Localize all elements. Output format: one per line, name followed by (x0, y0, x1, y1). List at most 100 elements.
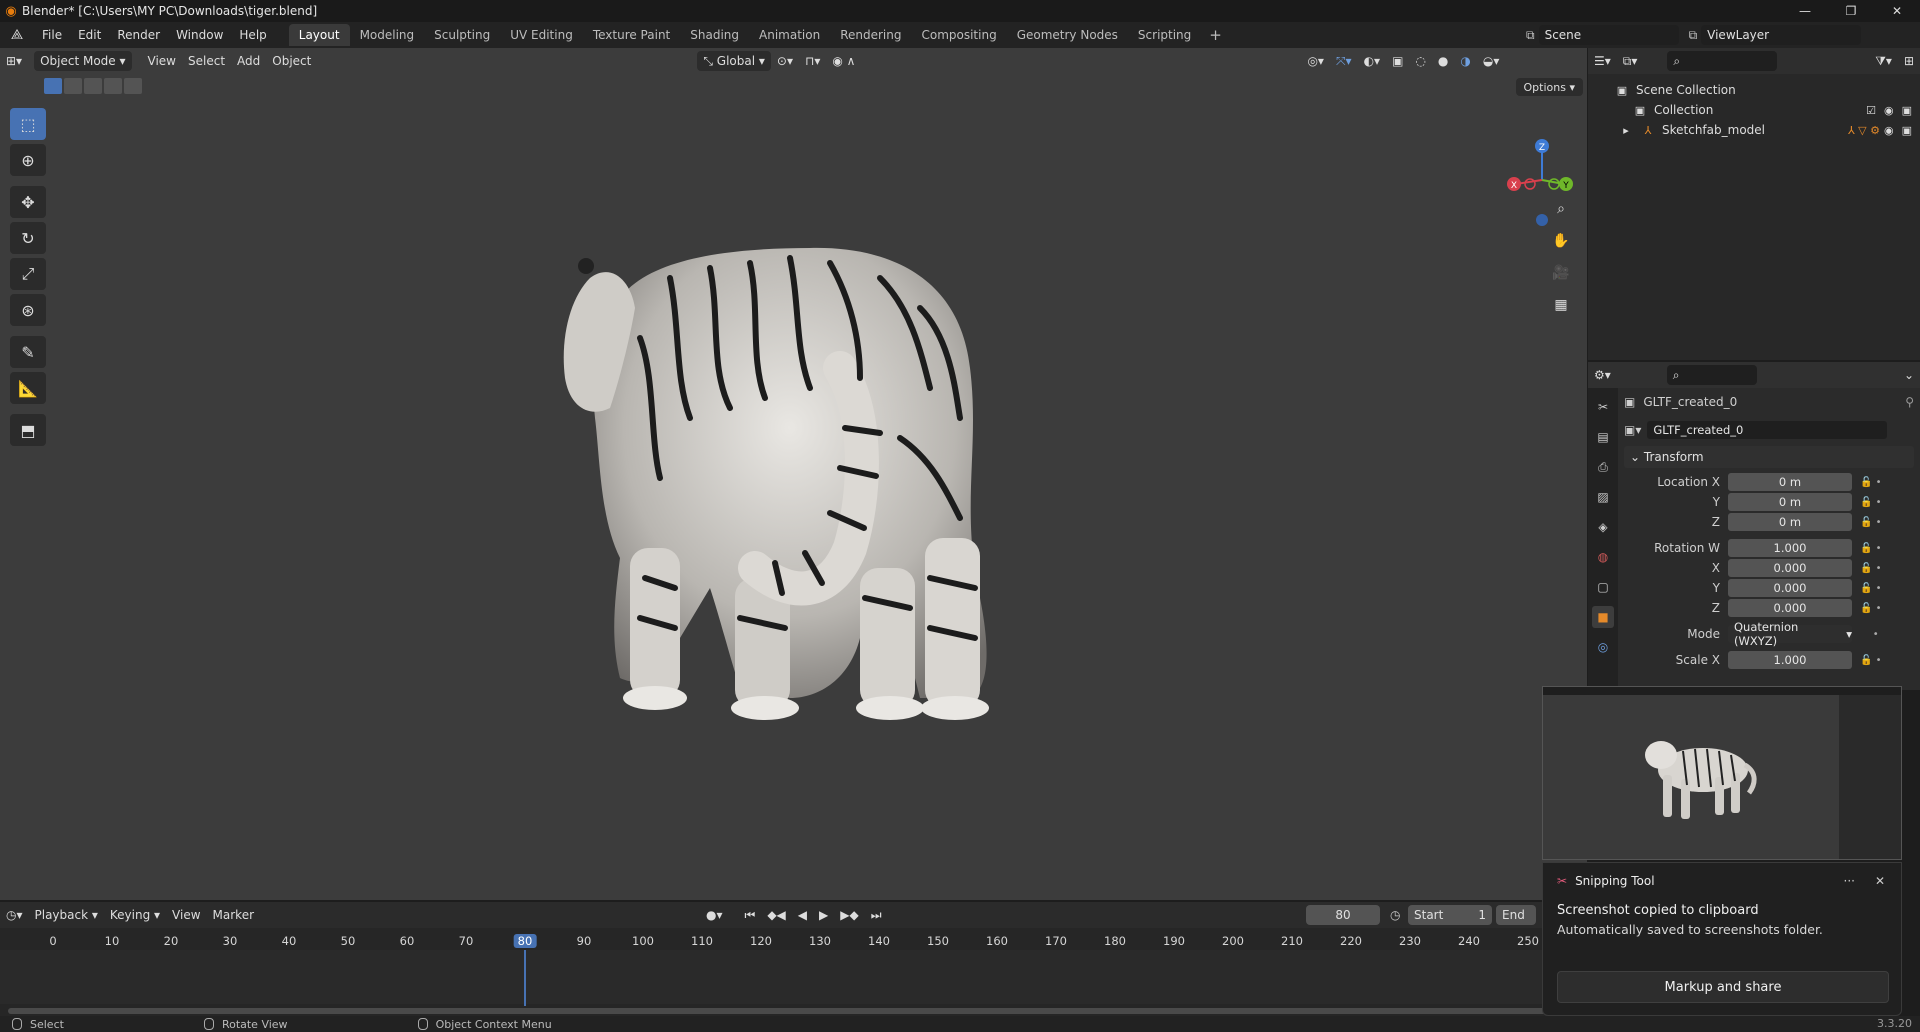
snap-icon[interactable]: ⊓▾ (799, 51, 826, 71)
close-icon[interactable]: ✕ (1874, 0, 1920, 22)
tab-compositing[interactable]: Compositing (911, 24, 1006, 46)
pan-hand-icon[interactable]: ✋ (1548, 228, 1574, 254)
record-icon[interactable]: ●▾ (700, 905, 729, 925)
tab-rendering[interactable]: Rendering (830, 24, 911, 46)
location-y-field[interactable]: 0 m (1728, 493, 1852, 511)
timeline-scrollbar[interactable] (8, 1008, 1568, 1014)
menu-edit[interactable]: Edit (70, 28, 109, 42)
minimize-icon[interactable]: — (1782, 0, 1828, 22)
world-tab-icon[interactable]: ◍ (1592, 546, 1614, 568)
gizmo-neg-y[interactable] (1548, 178, 1560, 190)
outliner-collection[interactable]: ▣ Collection ☑ ◉ ▣ (1588, 100, 1920, 120)
transform-section-header[interactable]: ⌄ Transform (1624, 446, 1914, 468)
tab-geometry-nodes[interactable]: Geometry Nodes (1007, 24, 1128, 46)
tab-sculpting[interactable]: Sculpting (424, 24, 500, 46)
menu-file[interactable]: File (34, 28, 70, 42)
outliner-editor-icon[interactable]: ☰▾ (1588, 51, 1617, 71)
shading-solid-icon[interactable]: ● (1432, 51, 1454, 71)
tab-modeling[interactable]: Modeling (350, 24, 425, 46)
restore-icon[interactable]: ❐ (1828, 0, 1874, 22)
eye-icon[interactable]: ◉ (1884, 124, 1894, 137)
object-type-icon[interactable]: ▣▾ (1624, 423, 1641, 437)
new-collection-icon[interactable]: ⊞ (1898, 51, 1920, 71)
gizmo-neg-x[interactable] (1524, 178, 1536, 190)
visibility-icon[interactable]: ◎▾ (1301, 51, 1330, 71)
menu-render[interactable]: Render (109, 28, 168, 42)
render-tab-icon[interactable]: ▤ (1592, 426, 1614, 448)
ortho-grid-icon[interactable]: ▦ (1548, 292, 1574, 318)
move-icon[interactable]: ✥ (10, 186, 46, 218)
viewlayer-field[interactable]: ViewLayer (1701, 25, 1862, 45)
snip-thumbnail[interactable] (1542, 686, 1902, 860)
shading-wireframe-icon[interactable]: ◌ (1409, 51, 1431, 71)
viewlayer-icon[interactable]: ⧉ (1689, 28, 1698, 43)
selection-mode-buttons[interactable] (44, 78, 142, 94)
scene-field[interactable]: Scene (1538, 25, 1679, 45)
eye-icon[interactable]: ◉ (1884, 104, 1894, 117)
collection-tab-icon[interactable]: ▢ (1592, 576, 1614, 598)
tab-texture-paint[interactable]: Texture Paint (583, 24, 680, 46)
tool-tab-icon[interactable]: ✂ (1592, 396, 1614, 418)
physics-tab-icon[interactable]: ◎ (1592, 636, 1614, 658)
menu-object[interactable]: Object (266, 51, 317, 71)
timeline-editor-icon[interactable]: ◷▾ (0, 905, 29, 925)
location-z-field[interactable]: 0 m (1728, 513, 1852, 531)
rotation-mode-dropdown[interactable]: Quaternion (WXYZ) ▾ (1728, 620, 1852, 648)
menu-view[interactable]: View (142, 51, 182, 71)
collapse-icon[interactable]: ⌄ (1898, 365, 1920, 385)
lock-icon[interactable]: 🔓 • (1860, 563, 1882, 574)
zoom-icon[interactable]: ⌕ (1548, 196, 1574, 222)
menu-playback[interactable]: Playback ▾ (29, 905, 104, 925)
tiger-model[interactable] (560, 218, 1040, 778)
display-mode-icon[interactable]: ⧉▾ (1617, 51, 1644, 71)
menu-marker[interactable]: Marker (207, 905, 260, 925)
tab-uv-editing[interactable]: UV Editing (500, 24, 583, 46)
xray-icon[interactable]: ▣ (1386, 51, 1409, 71)
menu-add[interactable]: Add (231, 51, 266, 71)
outliner-search-input[interactable]: ⌕ (1667, 51, 1778, 71)
rotation-z-field[interactable]: 0.000 (1728, 599, 1852, 617)
editor-type-icon[interactable]: ⊞▾ (0, 51, 28, 71)
select-box-icon[interactable]: ⬚ (10, 108, 46, 140)
stopwatch-icon[interactable]: ◷ (1390, 908, 1400, 922)
jump-keyframe-back-icon[interactable]: ◆◀ (761, 905, 791, 925)
object-name-field[interactable]: GLTF_created_0 (1647, 421, 1888, 439)
cursor-icon[interactable]: ⊕ (10, 144, 46, 176)
outliner-object[interactable]: ▸ ⅄ Sketchfab_model ⅄ ▽ ⚙ ◉ ▣ (1588, 120, 1920, 140)
play-reverse-icon[interactable]: ◀ (792, 905, 813, 925)
shading-material-icon[interactable]: ◑ (1454, 51, 1476, 71)
filter-icon[interactable]: ⧩▾ (1869, 51, 1898, 71)
lock-icon[interactable]: 🔓 • (1860, 655, 1882, 666)
expand-arrow-icon[interactable]: ▸ (1618, 123, 1634, 137)
output-tab-icon[interactable]: ⎙ (1592, 456, 1614, 478)
scene-icon[interactable]: ⧉ (1526, 28, 1535, 43)
rotation-w-field[interactable]: 1.000 (1728, 539, 1852, 557)
select-subtract-icon[interactable] (84, 78, 102, 94)
checkbox-icon[interactable]: ☑ (1866, 104, 1876, 117)
overlay-icon[interactable]: ◐▾ (1358, 51, 1387, 71)
gizmo-neg-z[interactable] (1536, 214, 1548, 226)
timeline-ruler[interactable]: 0 10 20 30 40 50 60 70 80 90 100 110 120 130 140 150 160… (0, 930, 1587, 950)
menu-help[interactable]: Help (231, 28, 274, 42)
select-intersect-icon[interactable] (124, 78, 142, 94)
annotate-icon[interactable]: ✎ (10, 336, 46, 368)
view-layer-tab-icon[interactable]: ▨ (1592, 486, 1614, 508)
rotate-icon[interactable]: ↻ (10, 222, 46, 254)
pivot-icon[interactable]: ⊙▾ (771, 51, 799, 71)
outliner-scene-collection[interactable]: ▣ Scene Collection (1588, 80, 1920, 100)
scene-tab-icon[interactable]: ◈ (1592, 516, 1614, 538)
options-dropdown[interactable]: Options ▾ (1515, 78, 1583, 96)
lock-icon[interactable]: 🔓 • (1860, 497, 1882, 508)
object-tab-icon[interactable]: ■ (1592, 606, 1614, 628)
measure-icon[interactable]: 📐 (10, 372, 46, 404)
mode-dropdown[interactable]: Object Mode ▾ (34, 51, 132, 71)
lock-icon[interactable]: 🔓 • (1860, 517, 1882, 528)
timeline-tracks[interactable] (0, 950, 1587, 1004)
more-options-icon[interactable]: ··· (1844, 874, 1855, 888)
lock-icon[interactable]: 🔓 • (1860, 543, 1882, 554)
jump-start-icon[interactable]: ⏮ (739, 905, 762, 925)
playhead[interactable] (524, 950, 526, 1006)
lock-icon[interactable]: 🔓 • (1860, 477, 1882, 488)
end-frame-field[interactable]: End (1496, 905, 1536, 925)
select-new-icon[interactable] (44, 78, 62, 94)
